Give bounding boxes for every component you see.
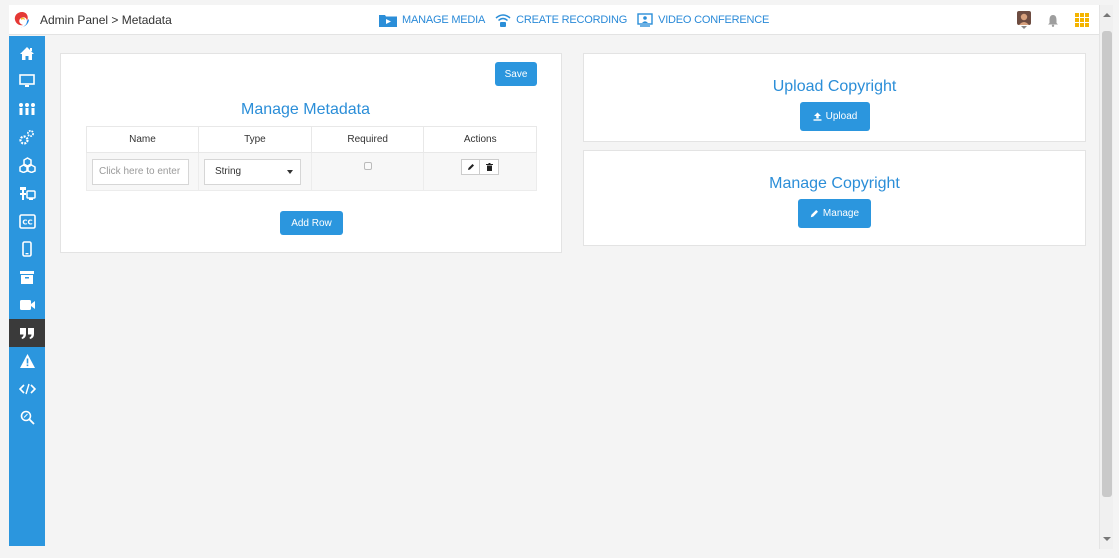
sidebar: CC	[9, 36, 45, 546]
delete-row-button[interactable]	[480, 158, 500, 175]
top-right-tools	[1017, 5, 1089, 35]
archive-icon	[20, 270, 34, 284]
type-cell: String	[197, 152, 312, 191]
users-icon	[19, 103, 35, 115]
scroll-down-arrow[interactable]	[1103, 537, 1111, 541]
row-actions	[424, 158, 536, 175]
manage-media-link[interactable]: MANAGE MEDIA	[379, 14, 485, 27]
top-nav: MANAGE MEDIA CREATE RECORDING VIDEO CONF…	[379, 5, 769, 35]
upload-copyright-title: Upload Copyright	[772, 78, 897, 95]
sidebar-item-search[interactable]	[9, 403, 45, 431]
trash-icon	[485, 162, 493, 171]
column-header-actions: Actions	[423, 126, 537, 153]
manage-button[interactable]: Manage	[798, 199, 871, 228]
sidebar-item-modules[interactable]	[9, 151, 45, 179]
media-folder-icon	[379, 14, 397, 27]
home-icon	[20, 46, 34, 60]
sidebar-item-home[interactable]	[9, 39, 45, 67]
sidebar-item-captions[interactable]: CC	[9, 207, 45, 235]
manage-metadata-title-text: Manage Metadata	[241, 101, 370, 118]
sidebar-item-resources[interactable]	[9, 179, 45, 207]
type-select[interactable]: String	[203, 158, 301, 185]
app-logo[interactable]	[12, 10, 32, 30]
closed-caption-icon: CC	[18, 213, 36, 229]
top-bar: Admin Panel > Metadata MANAGE MEDIA CREA…	[9, 5, 1099, 35]
svg-text:CC: CC	[22, 218, 32, 226]
sidebar-item-code[interactable]	[9, 375, 45, 403]
search-icon	[20, 410, 35, 425]
sidebar-item-settings[interactable]	[9, 123, 45, 151]
upload-button-label: Upload	[825, 111, 858, 122]
warning-icon	[19, 354, 35, 368]
name-cell	[86, 152, 199, 191]
chevron-down-icon	[286, 169, 293, 174]
column-header-name: Name	[86, 126, 199, 153]
upload-icon	[813, 112, 822, 121]
monitor-icon	[19, 74, 35, 87]
type-select-value: String	[214, 166, 242, 177]
conference-screen-icon	[637, 13, 653, 27]
sidebar-item-mobile[interactable]	[9, 235, 45, 263]
bell-icon[interactable]	[1047, 14, 1059, 27]
metadata-table: Name Type Required Actions String	[86, 126, 537, 191]
table-header-row: Name Type Required Actions	[86, 126, 537, 153]
sidebar-item-quotes[interactable]	[9, 319, 45, 347]
name-input[interactable]	[92, 158, 189, 185]
add-row-button[interactable]: Add Row	[280, 211, 343, 235]
sidebar-item-monitor[interactable]	[9, 67, 45, 95]
edit-row-button[interactable]	[461, 158, 481, 175]
required-cell	[310, 152, 425, 191]
column-header-type: Type	[197, 126, 312, 153]
resources-icon	[19, 186, 36, 200]
breadcrumb: Admin Panel > Metadata	[40, 12, 172, 27]
page-scrollbar[interactable]	[1099, 5, 1113, 549]
sidebar-item-archive[interactable]	[9, 263, 45, 291]
manage-copyright-title: Manage Copyright	[769, 175, 900, 192]
sidebar-item-video[interactable]	[9, 291, 45, 319]
quote-icon	[20, 327, 34, 339]
upload-copyright-panel: Upload Copyright Upload	[583, 53, 1086, 142]
cubes-icon	[18, 157, 36, 173]
gears-icon	[19, 130, 34, 145]
code-icon	[18, 383, 36, 395]
pencil-icon	[467, 163, 474, 170]
table-row: String	[86, 152, 537, 191]
upload-button[interactable]: Upload	[800, 102, 870, 131]
save-button[interactable]: Save	[495, 62, 537, 86]
video-conference-label: VIDEO CONFERENCE	[658, 14, 770, 26]
sidebar-item-users[interactable]	[9, 95, 45, 123]
manage-copyright-panel: Manage Copyright Manage	[583, 150, 1086, 246]
scroll-up-arrow[interactable]	[1103, 13, 1111, 17]
video-conference-link[interactable]: VIDEO CONFERENCE	[637, 13, 769, 27]
actions-cell	[423, 152, 537, 191]
create-recording-label: CREATE RECORDING	[516, 14, 628, 26]
manage-metadata-panel: Save Manage Metadata Name Type Required …	[60, 53, 562, 253]
pencil-icon	[810, 210, 818, 218]
mobile-icon	[22, 241, 32, 257]
avatar[interactable]	[1017, 11, 1031, 29]
manage-media-label: MANAGE MEDIA	[402, 14, 486, 26]
required-checkbox[interactable]	[363, 161, 372, 170]
grid-icon[interactable]	[1075, 13, 1089, 27]
sidebar-item-alerts[interactable]	[9, 347, 45, 375]
manage-button-label: Manage	[822, 208, 860, 219]
column-header-required: Required	[310, 126, 425, 153]
broadcast-icon	[495, 13, 511, 27]
create-recording-link[interactable]: CREATE RECORDING	[495, 13, 627, 28]
video-camera-icon	[19, 300, 35, 310]
scroll-thumb[interactable]	[1102, 31, 1112, 497]
